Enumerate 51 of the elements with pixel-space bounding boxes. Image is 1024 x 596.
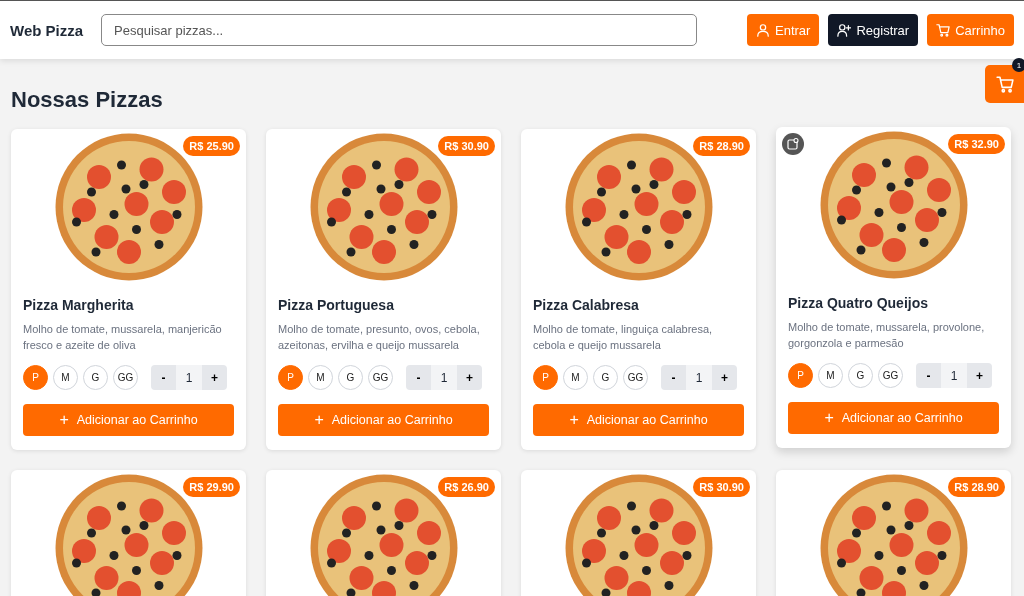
size-option[interactable]: M (53, 365, 78, 390)
price-badge: R$ 29.90 (183, 477, 240, 497)
price-badge: R$ 30.90 (438, 136, 495, 156)
size-option[interactable]: GG (878, 363, 903, 388)
size-option[interactable]: G (338, 365, 363, 390)
pizza-description: Molho de tomate, linguiça calabresa, cebola e queijo mussarela (533, 322, 714, 353)
price-badge: R$ 28.90 (948, 477, 1005, 497)
decrease-button[interactable]: - (151, 365, 176, 390)
register-button[interactable]: Registrar (828, 14, 919, 46)
size-option[interactable]: G (83, 365, 108, 390)
size-option[interactable]: GG (113, 365, 138, 390)
site-logo[interactable]: Web Pizza (10, 21, 84, 39)
page-heading: Nossas Pizzas (11, 87, 164, 113)
pizza-name: Pizza Calabresa (533, 297, 640, 313)
decrease-button[interactable]: - (661, 365, 686, 390)
increase-button[interactable]: + (202, 365, 227, 390)
decrease-button[interactable]: - (406, 365, 431, 390)
quantity-value: 1 (176, 365, 202, 390)
price-badge: R$ 32.90 (948, 134, 1005, 154)
floating-cart-button[interactable] (985, 65, 1024, 103)
price-badge: R$ 30.90 (693, 477, 750, 497)
user-icon (756, 23, 770, 37)
size-option[interactable]: M (563, 365, 588, 390)
image-search-icon[interactable] (782, 133, 804, 155)
increase-button[interactable]: + (967, 363, 992, 388)
pizza-name: Pizza Margherita (23, 297, 135, 313)
size-option[interactable]: G (848, 363, 873, 388)
decrease-button[interactable]: - (916, 363, 941, 388)
size-option[interactable]: G (593, 365, 618, 390)
size-option[interactable]: GG (623, 365, 648, 390)
cart-icon (936, 23, 951, 37)
pizza-name: Pizza Quatro Queijos (788, 295, 930, 311)
increase-button[interactable]: + (457, 365, 482, 390)
cart-icon (995, 75, 1014, 93)
price-badge: R$ 26.90 (438, 477, 495, 497)
price-badge: R$ 25.90 (183, 136, 240, 156)
pizza-description: Molho de tomate, mussarela, provolone, gorgonzola e parmesão (788, 320, 986, 351)
size-option[interactable]: GG (368, 365, 393, 390)
quantity-value: 1 (686, 365, 712, 390)
quantity-value: 1 (431, 365, 457, 390)
search-field[interactable]: Pesquisar pizzas... (101, 14, 698, 46)
pizza-name: Pizza Portuguesa (278, 297, 395, 313)
price-badge: R$ 28.90 (693, 136, 750, 156)
cart-count-badge: 1 (1012, 58, 1024, 72)
quantity-value: 1 (941, 363, 967, 388)
user-plus-icon (837, 23, 852, 37)
size-option[interactable]: M (308, 365, 333, 390)
increase-button[interactable]: + (712, 365, 737, 390)
pizza-description: Molho de tomate, presunto, ovos, cebola, azeitonas, ervilha e queijo mussarela (278, 322, 481, 353)
pizza-description: Molho de tomate, mussarela, manjericão fresco e azeite de oliva (23, 322, 223, 353)
size-option[interactable]: M (818, 363, 843, 388)
